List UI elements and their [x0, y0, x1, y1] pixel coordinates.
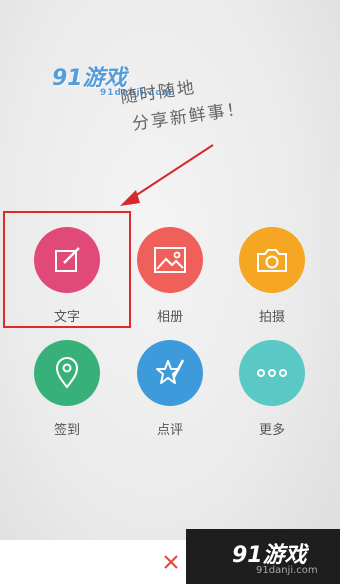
edit-icon-circle [34, 227, 100, 293]
action-more[interactable]: 更多 [222, 340, 322, 438]
action-camera[interactable]: 拍摄 [222, 227, 322, 325]
action-text-label: 文字 [53, 310, 80, 325]
camera-icon-circle [239, 227, 305, 293]
picture-icon-circle [137, 227, 203, 293]
edit-icon [55, 247, 80, 272]
star-pen-icon [156, 359, 185, 384]
watermark-bottom-domain: 91danji.com [256, 565, 318, 576]
action-album-label: 相册 [156, 310, 183, 325]
camera-icon [257, 249, 287, 272]
watermark-bottom: 91游戏 91danji.com [186, 529, 340, 584]
more-dots-icon [257, 369, 287, 377]
action-review[interactable]: 点评 [120, 340, 220, 438]
star-pen-icon-circle [137, 340, 203, 406]
action-checkin[interactable]: 签到 [17, 340, 117, 438]
location-pin-icon [55, 357, 79, 389]
close-button[interactable] [159, 550, 183, 574]
action-album[interactable]: 相册 [120, 227, 220, 325]
more-dots-icon-circle [239, 340, 305, 406]
action-camera-label: 拍摄 [258, 310, 285, 325]
action-text[interactable]: 文字 [17, 227, 117, 325]
picture-icon [154, 247, 186, 273]
close-icon [164, 555, 178, 569]
action-checkin-label: 签到 [53, 423, 80, 438]
location-pin-icon-circle [34, 340, 100, 406]
action-more-label: 更多 [258, 423, 285, 438]
action-review-label: 点评 [156, 423, 183, 438]
